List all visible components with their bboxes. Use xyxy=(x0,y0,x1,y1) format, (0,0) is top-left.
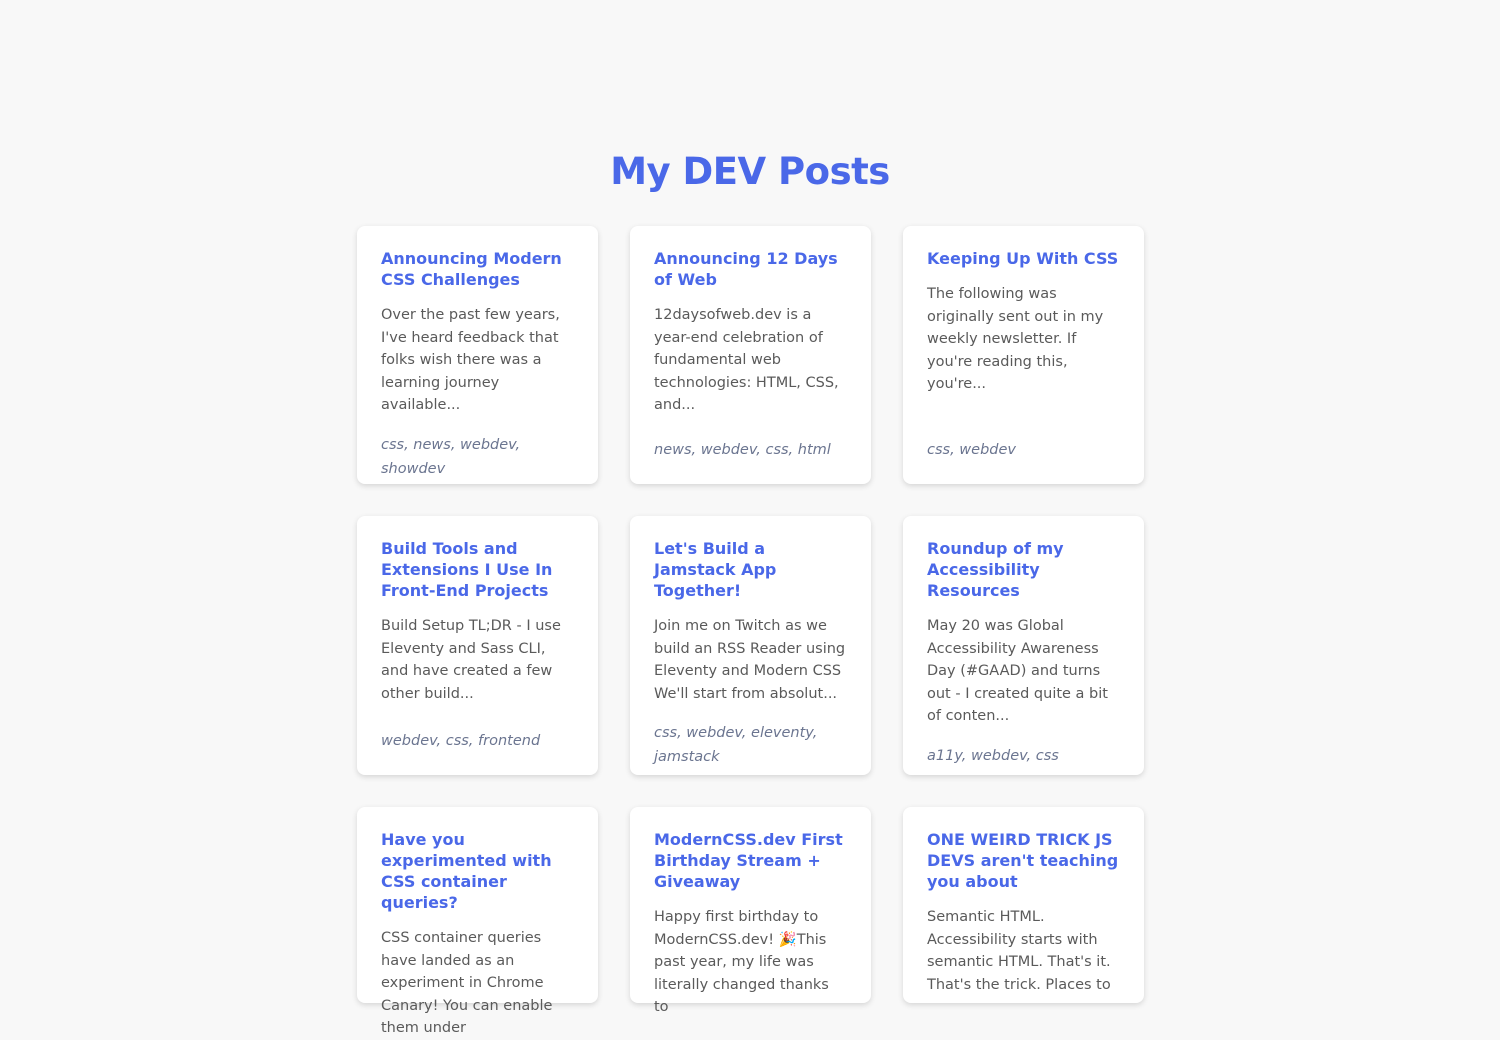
post-tags: a11y, webdev, css xyxy=(927,747,1059,764)
post-card[interactable]: Have you experimented with CSS container… xyxy=(357,807,598,1036)
post-title-link[interactable]: Announcing Modern CSS Challenges xyxy=(381,248,574,290)
post-card[interactable]: Roundup of my Accessibility Resources Ma… xyxy=(903,516,1144,775)
post-tags: news, webdev, css, html xyxy=(654,442,831,458)
post-tags: css, news, webdev, showdev xyxy=(381,436,521,477)
post-tags: css, webdev xyxy=(927,442,1016,458)
posts-grid: Announcing Modern CSS Challenges Over th… xyxy=(357,226,1144,1036)
post-excerpt: Semantic HTML. Accessibility starts with… xyxy=(927,909,1111,993)
post-excerpt: Over the past few years, I've heard feed… xyxy=(381,307,560,413)
post-excerpt: Happy first birthday to ModernCSS.dev! 🎉… xyxy=(654,909,829,1015)
post-title-link[interactable]: Have you experimented with CSS container… xyxy=(381,829,574,913)
page-title: My DEV Posts xyxy=(610,150,890,193)
post-title-link[interactable]: ModernCSS.dev First Birthday Stream + Gi… xyxy=(654,829,847,892)
post-tags: webdev, css, frontend xyxy=(381,733,541,749)
post-card[interactable]: Announcing 12 Days of Web 12daysofweb.de… xyxy=(630,226,871,484)
post-title-link[interactable]: Build Tools and Extensions I Use In Fron… xyxy=(381,538,574,601)
post-tags: css, webdev, eleventy, jamstack xyxy=(654,725,818,765)
post-card[interactable]: Keeping Up With CSS The following was or… xyxy=(903,226,1144,484)
post-card[interactable]: Announcing Modern CSS Challenges Over th… xyxy=(357,226,598,484)
post-excerpt: Join me on Twitch as we build an RSS Rea… xyxy=(654,618,846,702)
post-card[interactable]: ONE WEIRD TRICK JS DEVS aren't teaching … xyxy=(903,807,1144,1003)
post-title-link[interactable]: ONE WEIRD TRICK JS DEVS aren't teaching … xyxy=(927,829,1120,892)
post-excerpt: CSS container queries have landed as an … xyxy=(381,930,553,1036)
post-title-link[interactable]: Let's Build a Jamstack App Together! xyxy=(654,538,847,601)
post-title-link[interactable]: Keeping Up With CSS xyxy=(927,248,1120,269)
post-title-link[interactable]: Roundup of my Accessibility Resources xyxy=(927,538,1120,601)
post-card[interactable]: ModernCSS.dev First Birthday Stream + Gi… xyxy=(630,807,871,1015)
post-excerpt: The following was originally sent out in… xyxy=(927,286,1104,392)
post-excerpt: 12daysofweb.dev is a year-end celebratio… xyxy=(654,307,839,413)
post-title-link[interactable]: Announcing 12 Days of Web xyxy=(654,248,847,290)
post-excerpt: Build Setup TL;DR - I use Eleventy and S… xyxy=(381,618,561,702)
post-card[interactable]: Build Tools and Extensions I Use In Fron… xyxy=(357,516,598,775)
post-excerpt: May 20 was Global Accessibility Awarenes… xyxy=(927,618,1108,724)
post-card[interactable]: Let's Build a Jamstack App Together! Joi… xyxy=(630,516,871,775)
